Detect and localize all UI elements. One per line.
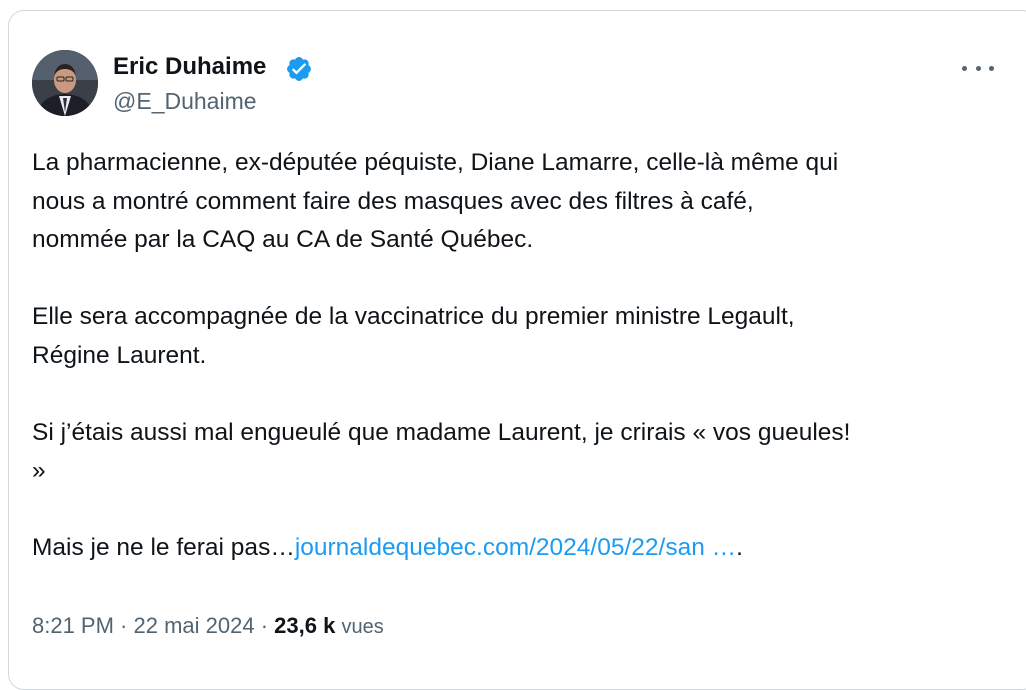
tweet-paragraph: Elle sera accompagnée de la vaccinatrice… — [32, 303, 795, 369]
tweet-meta: 8:21 PM · 22 mai 2024 · 23,6 k vues — [32, 611, 384, 642]
more-options-icon[interactable] — [962, 58, 994, 78]
tweet-text: La pharmacienne, ex-députée péquiste, Di… — [32, 144, 992, 568]
more-dot-icon — [962, 65, 967, 71]
views-label: vues — [341, 616, 384, 638]
tweet-paragraph: La pharmacienne, ex-députée péquiste, Di… — [32, 149, 839, 253]
meta-separator: · — [254, 613, 275, 638]
verified-badge-icon[interactable] — [285, 55, 313, 83]
author-handle[interactable]: @E_Duhaime — [113, 87, 257, 115]
tweet-text-prefix: Mais je ne le ferai pas… — [32, 534, 295, 561]
meta-separator: · — [113, 613, 134, 638]
post-time[interactable]: 8:21 PM — [32, 613, 114, 638]
views-count[interactable]: 23,6 k — [274, 613, 335, 638]
tweet-paragraph: Si j’étais aussi mal engueulé que madame… — [32, 418, 851, 485]
avatar-photo — [32, 50, 98, 116]
avatar[interactable] — [32, 50, 98, 116]
article-link[interactable]: journaldequebec.com/2024/05/22/san … — [295, 534, 736, 561]
author-name[interactable]: Eric Duhaime — [113, 52, 266, 82]
more-dot-icon — [989, 65, 994, 71]
tweet-text-suffix: . — [736, 534, 743, 561]
post-date[interactable]: 22 mai 2024 — [134, 613, 255, 638]
tweet-paragraph: Mais je ne le ferai pas…journaldequebec.… — [32, 529, 992, 568]
more-dot-icon — [975, 65, 981, 71]
